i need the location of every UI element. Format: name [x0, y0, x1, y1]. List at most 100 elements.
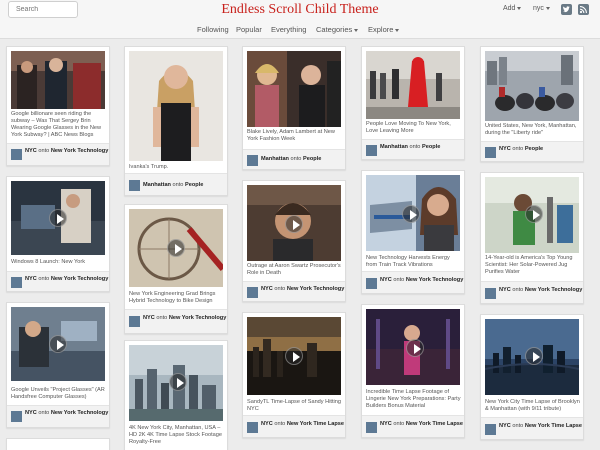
pin-board[interactable]: New York Technology — [169, 315, 227, 321]
play-icon[interactable] — [49, 209, 67, 227]
play-icon[interactable] — [525, 205, 543, 223]
pin-user[interactable]: NYC — [25, 410, 37, 416]
pin-image[interactable] — [485, 319, 579, 395]
pin-card[interactable]: 14-Year-old is America's Top Young Scien… — [480, 172, 584, 304]
pin-board[interactable]: New York Technology — [51, 410, 109, 416]
pin-board[interactable]: New York Technology — [287, 286, 345, 292]
pin-card[interactable]: New Technology Harvests Energy from Trai… — [361, 170, 465, 294]
pin-user[interactable]: NYC — [25, 276, 37, 282]
pin-description: Ivanka's Trump. — [129, 164, 169, 170]
avatar[interactable] — [366, 422, 377, 433]
pin-board[interactable]: People — [525, 146, 543, 152]
pin-user[interactable]: NYC — [499, 423, 511, 429]
pin-board[interactable]: People — [422, 144, 440, 150]
pin-image[interactable] — [129, 209, 223, 287]
pin-card[interactable]: Google billionare seen riding the subway… — [6, 46, 110, 166]
pin-user[interactable]: NYC — [380, 277, 392, 283]
pin-board[interactable]: New York Technology — [51, 276, 109, 282]
avatar[interactable] — [129, 316, 140, 327]
pin-user[interactable]: NYC — [499, 287, 511, 293]
twitter-icon[interactable] — [561, 4, 572, 15]
avatar[interactable] — [366, 145, 377, 156]
avatar[interactable] — [129, 180, 140, 191]
pin-user[interactable]: NYC — [380, 421, 392, 427]
pin-card[interactable]: Incredible Time Lapse Footage of Lingeri… — [361, 304, 465, 438]
avatar[interactable] — [366, 278, 377, 289]
pin-board[interactable]: New York Time Lapse — [287, 421, 344, 427]
nav-categories[interactable]: Categories — [316, 25, 359, 34]
avatar[interactable] — [485, 424, 496, 435]
nav-explore[interactable]: Explore — [368, 25, 400, 34]
pin-image[interactable] — [366, 51, 460, 119]
pin-board[interactable]: New York Technology — [406, 277, 464, 283]
pin-image[interactable] — [485, 51, 579, 121]
pin-image[interactable] — [11, 51, 105, 109]
pin-user[interactable]: NYC — [261, 286, 273, 292]
play-icon[interactable] — [49, 335, 67, 353]
play-icon[interactable] — [285, 347, 303, 365]
play-icon[interactable] — [285, 215, 303, 233]
pin-image[interactable] — [247, 51, 341, 127]
search-input[interactable] — [8, 1, 78, 18]
pin-image[interactable] — [247, 317, 341, 395]
nav-following[interactable]: Following — [197, 25, 229, 34]
pin-image[interactable] — [485, 177, 579, 253]
pin-user[interactable]: NYC — [25, 148, 37, 154]
pin-board[interactable]: New York Time Lapse — [406, 421, 463, 427]
pin-card[interactable] — [6, 438, 110, 450]
pin-user[interactable]: Manhattan — [261, 156, 289, 162]
avatar[interactable] — [485, 288, 496, 299]
pin-card[interactable]: Ivanka's Trump. Manhattan onto People — [124, 46, 228, 196]
avatar[interactable] — [247, 155, 258, 166]
pin-image[interactable] — [366, 175, 460, 251]
pin-card[interactable]: Outrage at Aaron Swartz Prosecutor's Rol… — [242, 180, 346, 302]
pin-description: Google Unveils "Project Glasses" (AR Han… — [11, 387, 105, 400]
pin-image[interactable] — [366, 309, 460, 385]
avatar[interactable] — [247, 287, 258, 298]
pin-image[interactable] — [247, 185, 341, 261]
play-icon[interactable] — [406, 339, 424, 357]
avatar[interactable] — [485, 147, 496, 158]
pin-card[interactable]: Windows 8 Launch: New York NYC onto New … — [6, 176, 110, 292]
pin-card[interactable]: Google Unveils "Project Glasses" (AR Han… — [6, 302, 110, 428]
pin-card[interactable]: People Love Moving To New York, Love Lea… — [361, 46, 465, 160]
rss-icon[interactable] — [578, 4, 589, 15]
play-icon[interactable] — [169, 373, 187, 391]
pin-user[interactable]: Manhattan — [143, 182, 171, 188]
pin-source: NYC onto People — [499, 146, 583, 153]
pin-user[interactable]: Manhattan — [380, 144, 408, 150]
pin-image[interactable] — [129, 345, 223, 421]
pin-user[interactable]: NYC — [499, 146, 511, 152]
pin-board[interactable]: New York Technology — [51, 148, 109, 154]
pin-image[interactable] — [11, 307, 105, 381]
avatar[interactable] — [11, 277, 22, 288]
pin-board[interactable]: People — [303, 156, 321, 162]
pin-card[interactable]: New York City Time Lapse of Brooklyn & M… — [480, 314, 584, 440]
play-icon[interactable] — [167, 239, 185, 257]
pin-board[interactable]: New York Technology — [525, 287, 583, 293]
avatar[interactable] — [11, 149, 22, 160]
onto-label: onto — [512, 287, 524, 293]
pin-source: NYC onto New York Time Lapse — [261, 421, 345, 428]
pin-board[interactable]: People — [185, 182, 203, 188]
play-icon[interactable] — [525, 347, 543, 365]
pin-image[interactable] — [129, 51, 223, 161]
nav-everything[interactable]: Everything — [271, 25, 306, 34]
pin-user[interactable]: NYC — [261, 421, 273, 427]
site-title[interactable]: Endless Scroll Child Theme — [221, 2, 378, 17]
user-menu[interactable]: nyc — [533, 5, 550, 12]
pin-card[interactable]: 4K New York City, Manhattan, USA – HD 2K… — [124, 340, 228, 450]
avatar[interactable] — [11, 411, 22, 422]
onto-label: onto — [38, 276, 50, 282]
pin-user[interactable]: NYC — [143, 315, 155, 321]
pin-card[interactable]: Blake Lively, Adam Lambert at New York F… — [242, 46, 346, 170]
pin-image[interactable] — [11, 181, 105, 255]
play-icon[interactable] — [402, 205, 420, 223]
avatar[interactable] — [247, 422, 258, 433]
pin-board[interactable]: New York Time Lapse — [525, 423, 582, 429]
add-menu[interactable]: Add — [503, 5, 522, 12]
pin-card[interactable]: New York Engineering Grad Brings Hybrid … — [124, 204, 228, 334]
nav-popular[interactable]: Popular — [236, 25, 262, 34]
pin-card[interactable]: United States, New York, Manhattan, duri… — [480, 46, 584, 162]
pin-card[interactable]: SandyTL Time-Lapse of Sandy Hitting NYC … — [242, 312, 346, 438]
